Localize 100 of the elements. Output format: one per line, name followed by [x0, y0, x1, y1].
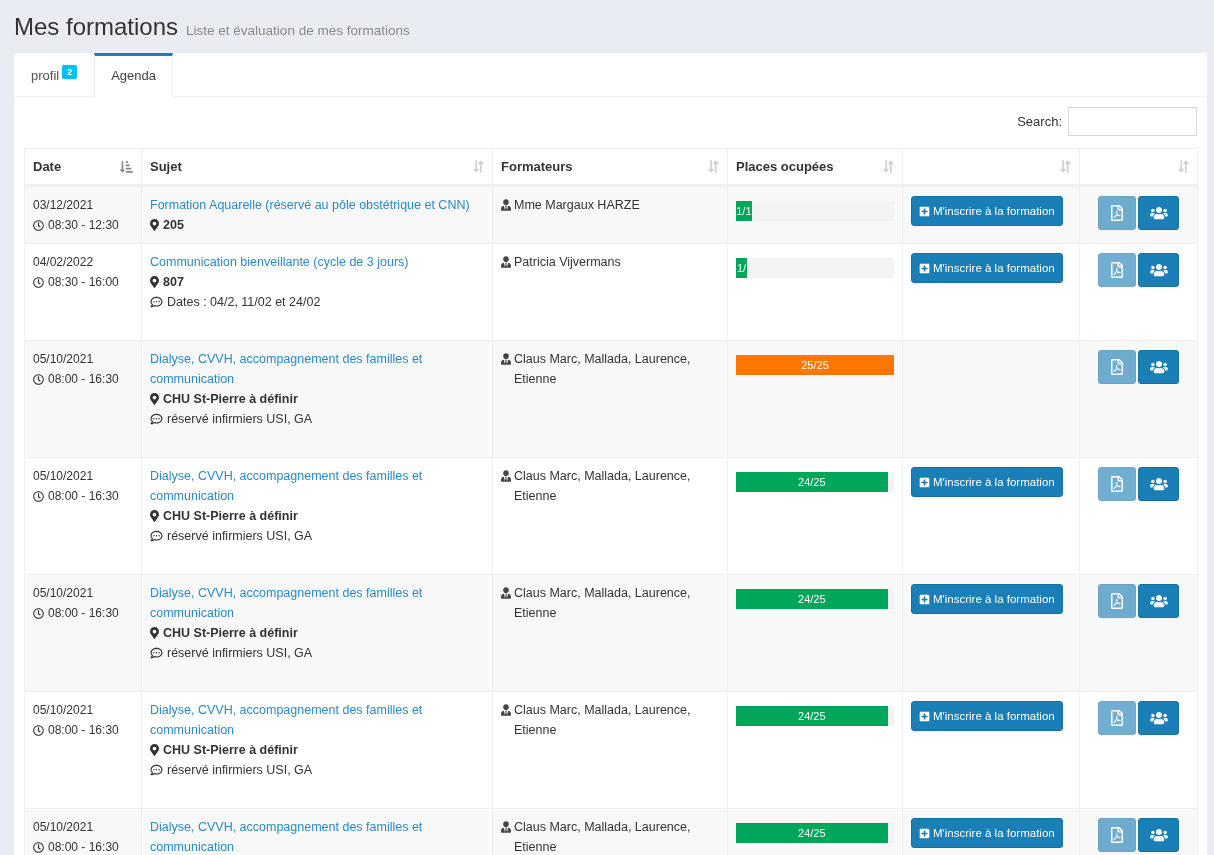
sort-icon[interactable] — [1060, 159, 1071, 174]
page-subtitle: Liste et évaluation de mes formations — [186, 23, 410, 38]
participants-button[interactable] — [1138, 818, 1179, 852]
subject-link[interactable]: Dialyse, CVVH, accompagnement des familles et communication — [150, 349, 484, 389]
search-field[interactable] — [1068, 107, 1197, 136]
comment-icon — [150, 764, 163, 776]
trainer-text: Claus Marc, Mallada, Laurence, Etienne — [514, 351, 692, 388]
subject-link[interactable]: Dialyse, CVVH, accompagnement des familles et communication — [150, 817, 484, 855]
register-button[interactable]: M'inscrire à la formation — [911, 584, 1063, 614]
participants-button[interactable] — [1138, 253, 1179, 287]
map-marker-icon — [150, 510, 159, 522]
participants-button[interactable] — [1138, 196, 1179, 230]
date-text: 05/10/2021 — [33, 819, 94, 836]
map-marker-icon — [150, 276, 159, 288]
date-text: 05/10/2021 — [33, 585, 94, 602]
sort-icon[interactable] — [473, 159, 484, 174]
participants-button[interactable] — [1138, 584, 1179, 618]
users-icon — [1149, 360, 1168, 374]
time-text: 08:00 - 16:30 — [48, 839, 119, 855]
clock-icon — [33, 276, 44, 288]
register-button[interactable]: M'inscrire à la formation — [911, 196, 1063, 226]
places-count: 24/25 — [798, 476, 826, 488]
clock-icon — [33, 219, 44, 231]
location-text: 205 — [163, 217, 184, 234]
comment-icon — [150, 413, 163, 425]
register-button[interactable]: M'inscrire à la formation — [911, 701, 1063, 731]
places-count: 24/25 — [798, 710, 826, 722]
places-count: 24/25 — [798, 593, 826, 605]
plus-icon — [919, 710, 930, 722]
participants-button[interactable] — [1138, 350, 1179, 384]
pdf-file-icon — [1111, 827, 1123, 843]
comment-text: réservé infirmiers USI, GA — [167, 645, 313, 662]
date-text: 05/10/2021 — [33, 468, 94, 485]
map-marker-icon — [150, 393, 159, 405]
trainer-text: Claus Marc, Mallada, Laurence, Etienne — [514, 702, 692, 739]
date-text: 05/10/2021 — [33, 351, 94, 368]
plus-icon — [919, 827, 930, 839]
person-icon — [501, 199, 511, 211]
register-button[interactable]: M'inscrire à la formation — [911, 818, 1063, 848]
comment-text: réservé infirmiers USI, GA — [167, 411, 313, 428]
person-icon — [501, 821, 511, 833]
person-icon — [501, 704, 511, 716]
date-text: 03/12/2021 — [33, 197, 94, 214]
clock-icon — [33, 607, 44, 619]
users-icon — [1149, 594, 1168, 608]
tab[interactable]: Agenda — [94, 53, 174, 97]
comment-text: réservé infirmiers USI, GA — [167, 762, 313, 779]
page-title: Mes formations — [14, 12, 179, 42]
subject-link[interactable]: Formation Aquarelle (réservé au pôle obstétrique et CNN) — [150, 195, 484, 215]
users-icon — [1149, 263, 1168, 277]
date-text: 04/02/2022 — [33, 254, 94, 271]
subject-link[interactable]: Communication bienveillante (cycle de 3 jours) — [150, 252, 484, 272]
plus-icon — [919, 205, 930, 217]
time-text: 08:00 - 16:30 — [48, 488, 119, 505]
pdf-file-icon — [1111, 710, 1123, 726]
person-icon — [501, 587, 511, 599]
comment-icon — [150, 647, 163, 659]
plus-icon — [919, 593, 930, 605]
register-button[interactable]: M'inscrire à la formation — [911, 467, 1063, 497]
subject-link[interactable]: Dialyse, CVVH, accompagnement des familles et communication — [150, 466, 484, 506]
sort-ascending-icon[interactable] — [120, 159, 133, 174]
tab[interactable]: profil 2 — [14, 53, 95, 97]
search-label: Search: — [1017, 114, 1062, 129]
subject-link[interactable]: Dialyse, CVVH, accompagnement des familles et communication — [150, 700, 484, 740]
comment-icon — [150, 296, 163, 308]
clock-icon — [33, 373, 44, 385]
comment-text: Dates : 04/2, 11/02 et 24/02 — [167, 294, 321, 311]
plus-icon — [919, 262, 930, 274]
pdf-file-icon — [1111, 205, 1123, 221]
trainer-text: Claus Marc, Mallada, Laurence, Etienne — [514, 585, 692, 622]
trainer-text: Patricia Vijvermans — [514, 254, 621, 271]
subject-link[interactable]: Dialyse, CVVH, accompagnement des familles et communication — [150, 583, 484, 623]
users-icon — [1149, 477, 1168, 491]
sort-icon[interactable] — [883, 159, 894, 174]
count-badge: 2 — [62, 65, 78, 79]
places-count: 1/ — [736, 262, 747, 274]
participants-button[interactable] — [1138, 467, 1179, 501]
person-icon — [501, 470, 511, 482]
plus-icon — [919, 476, 930, 488]
map-marker-icon — [150, 219, 159, 231]
users-icon — [1149, 828, 1168, 842]
places-count: 24/25 — [798, 827, 826, 839]
location-text: CHU St-Pierre à définir — [163, 391, 298, 408]
participants-button[interactable] — [1138, 701, 1179, 735]
comment-text: réservé infirmiers USI, GA — [167, 528, 313, 545]
sort-icon[interactable] — [1178, 159, 1189, 174]
date-text: 05/10/2021 — [33, 702, 94, 719]
clock-icon — [33, 841, 44, 853]
sort-icon[interactable] — [708, 159, 719, 174]
person-icon — [501, 353, 511, 365]
time-text: 08:30 - 12:30 — [48, 217, 119, 234]
map-marker-icon — [150, 744, 159, 756]
location-text: CHU St-Pierre à définir — [163, 742, 298, 759]
trainer-text: Claus Marc, Mallada, Laurence, Etienne — [514, 468, 692, 505]
person-icon — [501, 256, 511, 268]
users-icon — [1149, 206, 1168, 220]
pdf-file-icon — [1111, 359, 1123, 375]
clock-icon — [33, 724, 44, 736]
time-text: 08:00 - 16:30 — [48, 722, 119, 739]
register-button[interactable]: M'inscrire à la formation — [911, 253, 1063, 283]
